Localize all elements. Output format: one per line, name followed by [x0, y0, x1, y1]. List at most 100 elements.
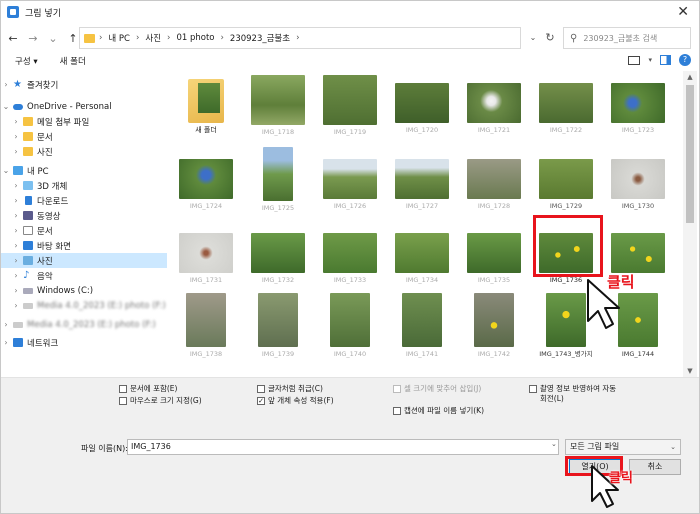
image-thumbnail[interactable]: IMG_1731 — [179, 233, 233, 284]
chevron-right-icon[interactable]: › — [11, 196, 21, 205]
chevron-right-icon[interactable]: › — [11, 286, 21, 295]
photo-thumbnail — [611, 83, 665, 123]
chevron-right-icon[interactable]: › — [11, 181, 21, 190]
sidebar-item-3d-objects[interactable]: › 3D 개체 — [1, 178, 167, 193]
file-type-select[interactable]: 모든 그림 파일 ⌄ — [565, 439, 681, 455]
chevron-right-icon[interactable]: › — [11, 132, 21, 141]
image-thumbnail[interactable]: IMG_1723 — [611, 83, 665, 134]
sidebar-item-documents[interactable]: › 문서 — [1, 223, 167, 238]
click-annotation: 클릭 — [607, 273, 635, 291]
breadcrumb-item[interactable]: 230923_금불초 — [230, 32, 290, 44]
chevron-right-icon[interactable]: › — [11, 211, 21, 220]
filename-in-caption-checkbox[interactable]: 캡션에 파일 이름 넣기(K) — [393, 406, 513, 416]
chevron-right-icon[interactable]: › — [11, 147, 21, 156]
chevron-right-icon[interactable]: › — [1, 320, 11, 329]
sidebar-item-mail-attachments[interactable]: › 메일 첨부 파일 — [1, 114, 167, 129]
sidebar-item-this-pc[interactable]: ⌄ 내 PC — [1, 163, 167, 178]
image-thumbnail[interactable]: IMG_1742 — [467, 293, 521, 358]
star-icon: ★ — [13, 79, 22, 90]
sidebar-item-favorites[interactable]: › ★ 즐겨찾기 — [1, 77, 167, 92]
sidebar-item-onedrive-pictures[interactable]: › 사진 — [1, 144, 167, 159]
forward-arrow-icon[interactable]: → — [25, 32, 41, 45]
refresh-icon[interactable]: ↻ — [541, 27, 559, 49]
back-arrow-icon[interactable]: ← — [5, 32, 21, 45]
image-thumbnail[interactable]: IMG_1724 — [179, 159, 233, 210]
photo-thumbnail — [251, 75, 305, 125]
cancel-button[interactable]: 취소 — [629, 459, 681, 475]
organize-button[interactable]: 구성 ▾ — [15, 55, 38, 67]
image-thumbnail[interactable]: IMG_1739 — [251, 293, 305, 358]
breadcrumb-item[interactable]: 01 photo — [176, 33, 214, 43]
image-thumbnail[interactable] — [611, 233, 665, 276]
treat-as-character-checkbox[interactable]: 글자처럼 취급(C) — [257, 384, 323, 394]
preview-pane-icon[interactable] — [660, 55, 671, 65]
sidebar-item-music[interactable]: › ♪ 음악 — [1, 268, 167, 283]
close-icon[interactable]: ✕ — [677, 4, 689, 20]
chevron-right-icon[interactable]: › — [11, 241, 21, 250]
image-thumbnail[interactable]: IMG_1741 — [395, 293, 449, 358]
sidebar-item-pictures[interactable]: › 사진 — [1, 253, 167, 268]
image-thumbnail[interactable]: IMG_1735 — [467, 233, 521, 284]
image-thumbnail[interactable]: IMG_1729 — [539, 159, 593, 210]
chevron-down-icon[interactable]: ⌄ — [1, 166, 11, 175]
chevron-right-icon[interactable]: › — [11, 301, 21, 310]
scrollbar-thumb[interactable] — [686, 85, 694, 223]
breadcrumb-item[interactable]: 사진 — [145, 32, 161, 44]
breadcrumb-item[interactable]: 내 PC — [108, 32, 130, 44]
folder-item[interactable]: 새 폴더 — [179, 79, 233, 134]
embed-in-document-checkbox[interactable]: 문서에 포함(E) — [119, 384, 177, 394]
apply-previous-object-checkbox[interactable]: ✓ 앞 개체 속성 적용(F) — [257, 396, 334, 406]
image-thumbnail[interactable]: IMG_1734 — [395, 233, 449, 284]
sidebar-item-media-drive-2[interactable]: › Media 4.0_2023 (E:) photo (F:) — [1, 317, 167, 332]
filename-dropdown-icon[interactable]: ⌄ — [551, 440, 557, 448]
help-icon[interactable]: ? — [679, 54, 691, 66]
scroll-down-icon[interactable]: ▼ — [683, 365, 697, 377]
sidebar-item-onedrive-documents[interactable]: › 문서 — [1, 129, 167, 144]
image-thumbnail[interactable]: IMG_1726 — [323, 159, 377, 210]
chevron-right-icon[interactable]: › — [11, 226, 21, 235]
sidebar-item-onedrive[interactable]: ⌄ OneDrive - Personal — [1, 99, 167, 114]
image-thumbnail[interactable]: IMG_1738 — [179, 293, 233, 358]
image-thumbnail[interactable]: IMG_1722 — [539, 83, 593, 134]
filename-label: 파일 이름(N): — [81, 444, 128, 453]
image-thumbnail[interactable]: IMG_1740 — [323, 293, 377, 358]
sidebar-item-media-drive[interactable]: › Media 4.0_2023 (E:) photo (F:) — [1, 298, 167, 313]
photo-thumbnail — [263, 147, 293, 201]
sidebar-item-desktop[interactable]: › 바탕 화면 — [1, 238, 167, 253]
image-thumbnail[interactable]: IMG_1728 — [467, 159, 521, 210]
address-bar[interactable]: › 내 PC › 사진 › 01 photo › 230923_금불초 › — [79, 27, 521, 49]
scroll-up-icon[interactable]: ▲ — [683, 71, 697, 83]
new-folder-button[interactable]: 새 폴더 — [60, 55, 86, 67]
view-options-icon[interactable] — [628, 55, 641, 65]
window-title: 그림 넣기 — [25, 8, 61, 19]
chevron-right-icon[interactable]: › — [1, 338, 11, 347]
address-dropdown-icon[interactable]: ⌄ — [525, 27, 541, 49]
chevron-right-icon[interactable]: › — [1, 80, 11, 89]
sidebar-item-videos[interactable]: › 동영상 — [1, 208, 167, 223]
image-thumbnail[interactable]: IMG_1725 — [251, 147, 305, 212]
photo-thumbnail — [258, 293, 298, 347]
desktop-icon — [23, 241, 33, 250]
image-thumbnail[interactable]: IMG_1727 — [395, 159, 449, 210]
image-thumbnail[interactable]: IMG_1719 — [323, 75, 377, 136]
sidebar-item-windows-drive[interactable]: › Windows (C:) — [1, 283, 167, 298]
filename-input[interactable]: IMG_1736 — [127, 439, 559, 455]
chevron-right-icon[interactable]: › — [11, 271, 21, 280]
image-thumbnail[interactable]: IMG_1733 — [323, 233, 377, 284]
sidebar-item-network[interactable]: › 네트워크 — [1, 335, 167, 350]
auto-rotate-checkbox[interactable]: 촬영 정보 반영하여 자동 회전(L) — [529, 384, 619, 404]
view-dropdown-icon[interactable]: ▾ — [648, 56, 652, 64]
chevron-right-icon[interactable]: › — [11, 256, 21, 265]
recent-locations-icon[interactable]: ⌄ — [45, 32, 61, 45]
vertical-scrollbar[interactable]: ▲ ▼ — [683, 71, 697, 377]
search-box[interactable]: ⚲ 230923_금불초 검색 — [563, 27, 691, 49]
size-with-mouse-checkbox[interactable]: 마우스로 크기 지정(G) — [119, 396, 229, 406]
image-thumbnail[interactable]: IMG_1730 — [611, 159, 665, 210]
image-thumbnail[interactable]: IMG_1718 — [251, 75, 305, 136]
image-thumbnail[interactable]: IMG_1732 — [251, 233, 305, 284]
chevron-right-icon[interactable]: › — [11, 117, 21, 126]
image-thumbnail[interactable]: IMG_1720 — [395, 83, 449, 134]
chevron-down-icon[interactable]: ⌄ — [1, 102, 11, 111]
image-thumbnail[interactable]: IMG_1721 — [467, 83, 521, 134]
sidebar-item-downloads[interactable]: › 다운로드 — [1, 193, 167, 208]
